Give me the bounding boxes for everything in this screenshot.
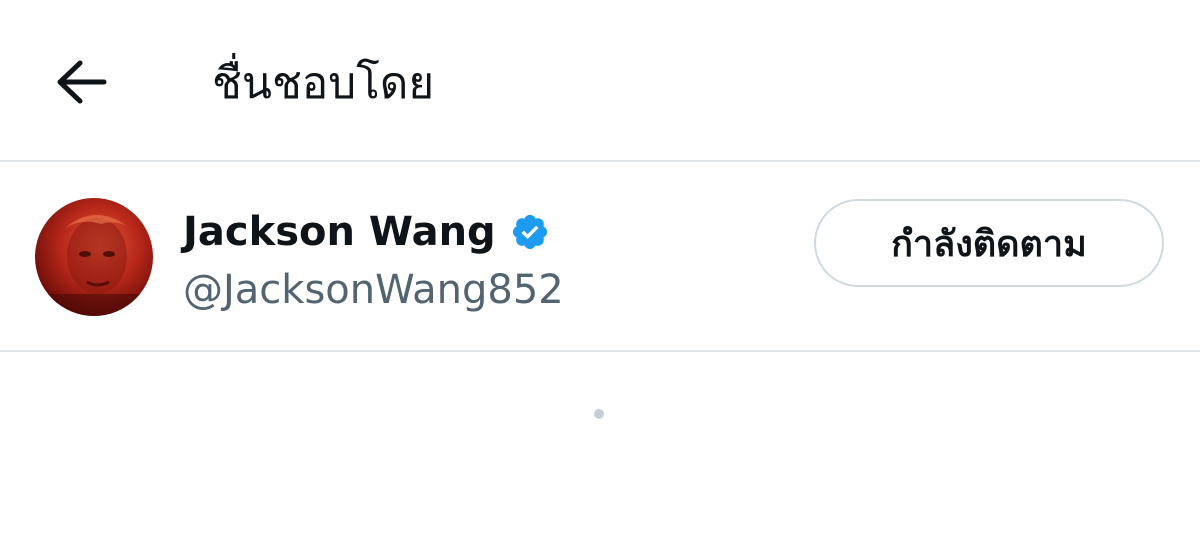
user-handle: @JacksonWang852 xyxy=(183,267,564,313)
avatar[interactable] xyxy=(35,198,153,316)
following-button[interactable]: กำลังติดตาม xyxy=(814,199,1164,287)
arrow-left-icon xyxy=(57,60,107,104)
user-list-item[interactable]: Jackson Wang @JacksonWang852 กำลังติดตาม xyxy=(0,162,1200,352)
back-button[interactable] xyxy=(52,52,112,112)
user-display-name[interactable]: Jackson Wang xyxy=(183,206,550,258)
page-title: ชื่นชอบโดย xyxy=(212,58,435,109)
loading-indicator xyxy=(594,409,604,419)
avatar-image xyxy=(35,214,153,316)
page-header: ชื่นชอบโดย xyxy=(0,0,1200,162)
display-name-text: Jackson Wang xyxy=(183,209,496,255)
verified-badge-icon xyxy=(512,214,547,250)
